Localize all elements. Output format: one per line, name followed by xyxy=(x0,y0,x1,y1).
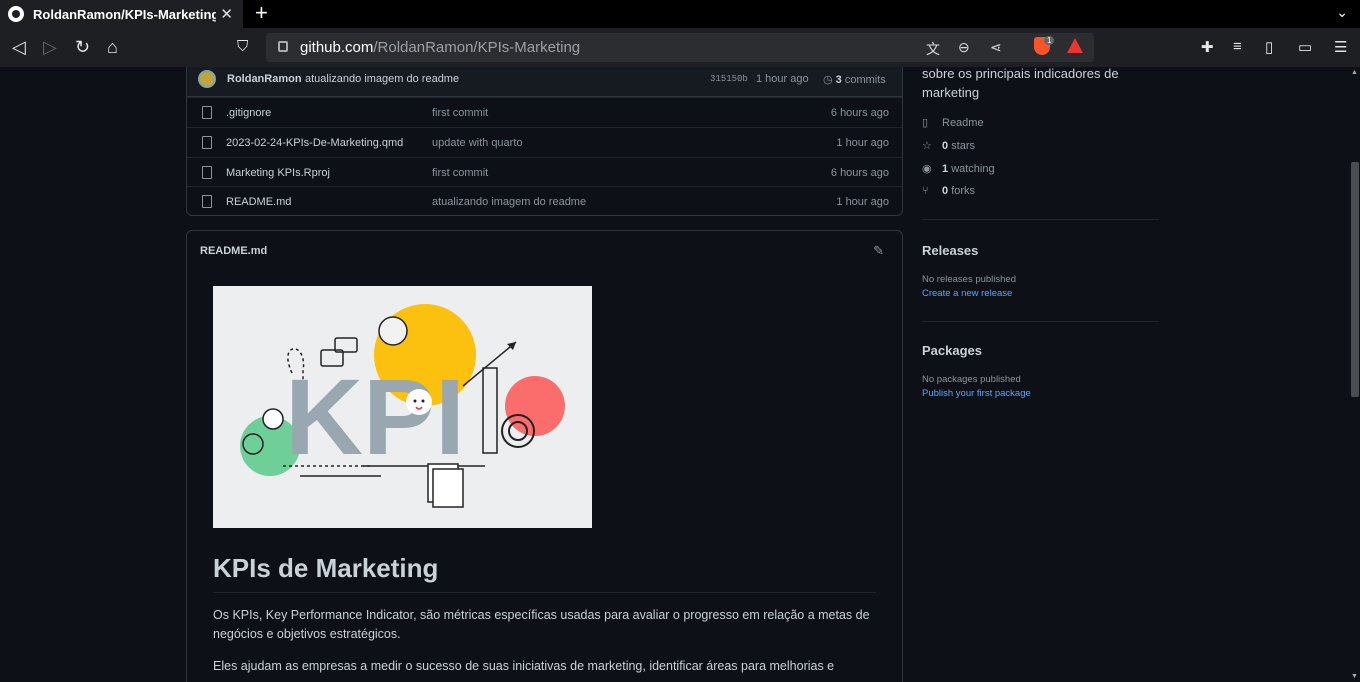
scrollbar-thumb[interactable] xyxy=(1351,162,1359,397)
sidebar-divider xyxy=(922,219,1159,220)
forks-label: forks xyxy=(951,185,976,197)
tab-bar: RoldanRamon/KPIs-Marketing ✕ + ⌄ xyxy=(0,0,1360,28)
stars-label: stars xyxy=(951,140,976,152)
file-name[interactable]: .gitignore xyxy=(226,107,271,119)
readme-title: KPIs de Marketing xyxy=(213,553,439,583)
title-divider xyxy=(213,592,876,593)
file-icon xyxy=(202,136,212,149)
translate-icon[interactable]: 文 xyxy=(926,39,940,59)
fork-icon: ⑂ xyxy=(922,185,929,197)
readme-header: README.md xyxy=(200,245,268,257)
sidebar-divider xyxy=(922,321,1159,322)
menu-icon[interactable]: ☰ xyxy=(1334,38,1347,56)
file-time: 6 hours ago xyxy=(830,107,889,119)
url-path: /RoldanRamon/KPIs-Marketing xyxy=(373,39,581,56)
kpi-text: KPI xyxy=(285,356,465,477)
latest-commit-bar: RoldanRamon atualizando imagem do readme… xyxy=(187,67,902,97)
about-description: sobre os principais indicadores de marke… xyxy=(922,67,1119,100)
scroll-up-arrow-icon[interactable]: ▲ xyxy=(1351,69,1358,76)
releases-empty-text: No releases published xyxy=(922,274,1017,285)
tab-title: RoldanRamon/KPIs-Marketing xyxy=(33,6,216,22)
readme-link-label: Readme xyxy=(942,117,984,129)
table-row[interactable]: README.md atualizando imagem do readme 1… xyxy=(187,186,902,216)
packages-empty-text: No packages published xyxy=(922,374,1021,385)
commit-count-label: commits xyxy=(844,74,886,86)
sidebar-icon[interactable]: ▯ xyxy=(1265,38,1273,56)
commit-time: 1 hour ago xyxy=(756,73,809,85)
home-button[interactable]: ⌂ xyxy=(107,37,118,57)
wallet-icon[interactable]: ▭ xyxy=(1298,38,1312,56)
back-button[interactable]: ◁ xyxy=(12,37,26,57)
kpi-illustration: KPI xyxy=(213,286,592,528)
url-text[interactable]: github.com/RoldanRamon/KPIs-Marketing xyxy=(300,39,580,56)
file-list: RoldanRamon atualizando imagem do readme… xyxy=(186,67,903,216)
shields-count-badge: 1 xyxy=(1044,36,1055,45)
file-time: 1 hour ago xyxy=(836,196,889,208)
browser-toolbar: ◁ ▷ ↻ ⌂ ⛉ github.com/RoldanRamon/KPIs-Ma… xyxy=(0,28,1360,67)
publish-package-link[interactable]: Publish your first package xyxy=(922,388,1031,399)
create-release-link[interactable]: Create a new release xyxy=(922,288,1012,299)
file-name[interactable]: 2023-02-24-KPIs-De-Marketing.qmd xyxy=(226,137,403,149)
table-row[interactable]: .gitignore first commit 6 hours ago xyxy=(187,97,902,127)
history-icon: ◷ xyxy=(823,74,833,86)
table-row[interactable]: Marketing KPIs.Rproj first commit 6 hour… xyxy=(187,157,902,187)
share-icon[interactable]: ⋖ xyxy=(990,39,1002,56)
file-icon xyxy=(202,106,212,119)
readme-panel: README.md ✎ KPI KPIs de Marketing Os KPI… xyxy=(186,230,903,682)
file-commit-message[interactable]: first commit xyxy=(432,167,488,179)
commit-count: 3 xyxy=(835,74,842,86)
table-row[interactable]: 2023-02-24-KPIs-De-Marketing.qmd update … xyxy=(187,127,902,157)
browser-tab[interactable]: RoldanRamon/KPIs-Marketing ✕ xyxy=(0,0,243,28)
avatar[interactable] xyxy=(198,70,216,88)
file-commit-message[interactable]: first commit xyxy=(432,107,488,119)
page-content: RoldanRamon atualizando imagem do readme… xyxy=(0,67,1350,682)
readme-paragraph-2: Eles ajudam as empresas a medir o sucess… xyxy=(213,659,835,673)
star-icon: ☆ xyxy=(922,140,932,152)
file-commit-message[interactable]: atualizando imagem do readme xyxy=(432,196,586,208)
extensions-icon[interactable]: ✚ xyxy=(1201,38,1214,56)
packages-heading[interactable]: Packages xyxy=(922,343,982,358)
playlist-icon[interactable]: ≡ xyxy=(1233,38,1242,55)
edit-pencil-icon[interactable]: ✎ xyxy=(873,243,884,259)
tab-list-chevron-icon[interactable]: ⌄ xyxy=(1336,4,1348,21)
github-icon xyxy=(8,6,24,22)
file-name[interactable]: Marketing KPIs.Rproj xyxy=(226,167,330,179)
kpi-illustration-svg: KPI xyxy=(240,304,565,508)
file-icon xyxy=(202,166,212,179)
new-tab-button[interactable]: + xyxy=(255,2,268,24)
releases-heading[interactable]: Releases xyxy=(922,243,978,258)
file-commit-message[interactable]: update with quarto xyxy=(432,137,523,149)
file-name[interactable]: README.md xyxy=(226,196,291,208)
close-tab-icon[interactable]: ✕ xyxy=(220,5,233,23)
forks-count: 0 xyxy=(942,185,949,197)
lock-icon xyxy=(278,41,288,52)
watching-label: watching xyxy=(951,163,995,175)
bookmark-icon[interactable]: ⛉ xyxy=(237,37,248,57)
commits-link[interactable]: ◷ 3 commits xyxy=(823,73,886,86)
forks-link[interactable]: ⑂ 0 forks xyxy=(922,185,975,197)
reload-button[interactable]: ↻ xyxy=(75,37,90,57)
eye-icon: ◉ xyxy=(922,163,932,175)
stars-link[interactable]: ☆ 0 stars xyxy=(922,139,975,152)
zoom-icon[interactable]: ⊖ xyxy=(958,39,970,56)
stars-count: 0 xyxy=(942,140,949,152)
forward-button[interactable]: ▷ xyxy=(43,37,57,57)
book-icon: ▯ xyxy=(922,117,929,129)
file-icon xyxy=(202,195,212,208)
readme-paragraph-1: Os KPIs, Key Performance Indicator, são … xyxy=(213,608,870,641)
brave-rewards-icon[interactable] xyxy=(1067,38,1083,53)
commit-hash[interactable]: 315150b xyxy=(710,74,748,84)
readme-link[interactable]: ▯ Readme xyxy=(922,116,984,129)
commit-author[interactable]: RoldanRamon xyxy=(227,73,302,85)
commit-message[interactable]: atualizando imagem do readme xyxy=(305,73,459,85)
address-bar[interactable]: github.com/RoldanRamon/KPIs-Marketing 文 … xyxy=(266,33,1094,62)
page-scrollbar[interactable]: ▲ ▼ xyxy=(1350,67,1360,682)
file-time: 1 hour ago xyxy=(836,137,889,149)
scroll-down-arrow-icon[interactable]: ▼ xyxy=(1351,673,1358,680)
watching-count: 1 xyxy=(942,163,949,175)
watching-link[interactable]: ◉ 1 watching xyxy=(922,162,995,175)
url-host: github.com xyxy=(300,39,374,56)
file-time: 6 hours ago xyxy=(830,167,889,179)
